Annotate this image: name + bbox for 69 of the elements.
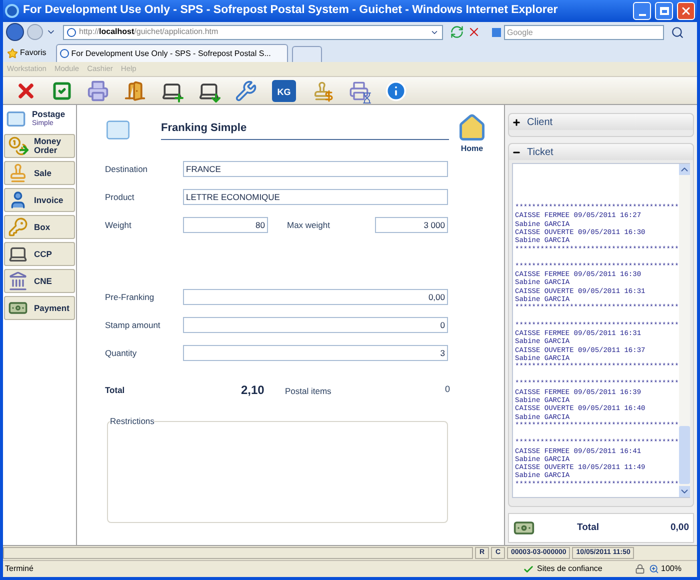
scroll-thumb[interactable] [678, 426, 690, 484]
sidebar-item[interactable]: CCP [4, 242, 75, 266]
scroll-up-icon[interactable] [678, 164, 690, 175]
zoom-button[interactable]: 100% [649, 563, 695, 575]
sidebar-item[interactable]: Money Order [4, 134, 75, 158]
security-zone: Sites de confiance [523, 563, 631, 575]
total-value: 2,10 [241, 382, 266, 399]
postal-items-value: 0 [445, 383, 450, 396]
refresh-icon[interactable] [450, 25, 464, 39]
favorites-button[interactable]: Favoris [7, 44, 46, 62]
url-text: http://localhost/guichet/application.htm [79, 26, 220, 38]
scrollbar[interactable] [678, 164, 690, 497]
input-field[interactable]: LETTRE ECONOMIQUE [183, 189, 448, 205]
printer-icon[interactable] [87, 80, 109, 102]
sidebar-item[interactable]: Invoice [4, 188, 75, 212]
stop-icon[interactable] [467, 25, 481, 39]
ticket-total-value: 0,00 [670, 520, 689, 535]
input-field[interactable]: 3 [183, 345, 448, 361]
window-title: For Development Use Only - SPS - Sofrepost Postal System - Guichet - Windows Internet Explorer [23, 3, 559, 18]
info-icon[interactable] [385, 80, 407, 102]
postal-items-label: Postal items [285, 384, 332, 398]
search-engine-icon [492, 28, 501, 36]
sidebar-item[interactable]: CNE [4, 269, 75, 293]
field-label: Weight [105, 218, 132, 232]
browser-tab[interactable]: For Development Use Only - SPS - Sofrepost Postal S... [56, 44, 288, 62]
coins-arrow-icon [8, 136, 28, 156]
weight-icon[interactable]: KG [272, 80, 296, 102]
sidebar-item[interactable]: Sale [4, 161, 75, 185]
door-icon[interactable] [124, 80, 146, 102]
restrictions-legend: Restrictions [110, 415, 154, 428]
address-field[interactable]: http://localhost/guichet/application.htm [63, 24, 443, 40]
field-label: Stamp amount [105, 318, 162, 332]
wrench-icon[interactable] [235, 80, 257, 102]
zoom-icon [649, 564, 659, 574]
printer-hourglass-icon[interactable] [348, 80, 370, 102]
field-label: Destination [105, 162, 149, 176]
field-label: Max weight [287, 218, 331, 232]
close-button[interactable] [677, 2, 695, 20]
panel-header[interactable]: Client [509, 114, 693, 130]
field-label: Quantity [105, 346, 138, 360]
input-field[interactable]: FRANCE [183, 161, 448, 177]
input-field[interactable]: 0,00 [183, 289, 448, 305]
form-title: Franking Simple [161, 120, 449, 140]
total-label: Total [105, 384, 126, 396]
back-button[interactable] [6, 23, 24, 41]
scroll-down-icon[interactable] [678, 486, 690, 497]
key-icon [8, 217, 28, 237]
minimize-button[interactable] [633, 2, 651, 20]
check-icon [523, 564, 534, 574]
input-field[interactable]: 3 000 [375, 217, 448, 233]
field-label: Pre-Franking [105, 290, 156, 304]
check-icon[interactable] [52, 80, 72, 100]
ticket-total-label: Total [577, 520, 600, 535]
lock-icon[interactable] [635, 564, 645, 574]
maximize-button[interactable] [655, 2, 673, 20]
sidebar-item[interactable]: Box [4, 215, 75, 239]
status-text: Terminé [5, 563, 34, 575]
field-label: Product [105, 190, 136, 204]
star-icon [7, 48, 18, 58]
stamp-icon [8, 163, 28, 183]
input-field[interactable]: 0 [183, 317, 448, 333]
sidebar-item[interactable]: Payment [4, 296, 75, 320]
bank-icon [8, 271, 28, 291]
panel-header[interactable]: Ticket [509, 144, 693, 160]
input-field[interactable]: 80 [183, 217, 268, 233]
search-icon[interactable] [671, 26, 684, 38]
search-field[interactable]: Google [504, 24, 664, 40]
plus-icon [512, 118, 521, 126]
close-icon [680, 5, 692, 17]
